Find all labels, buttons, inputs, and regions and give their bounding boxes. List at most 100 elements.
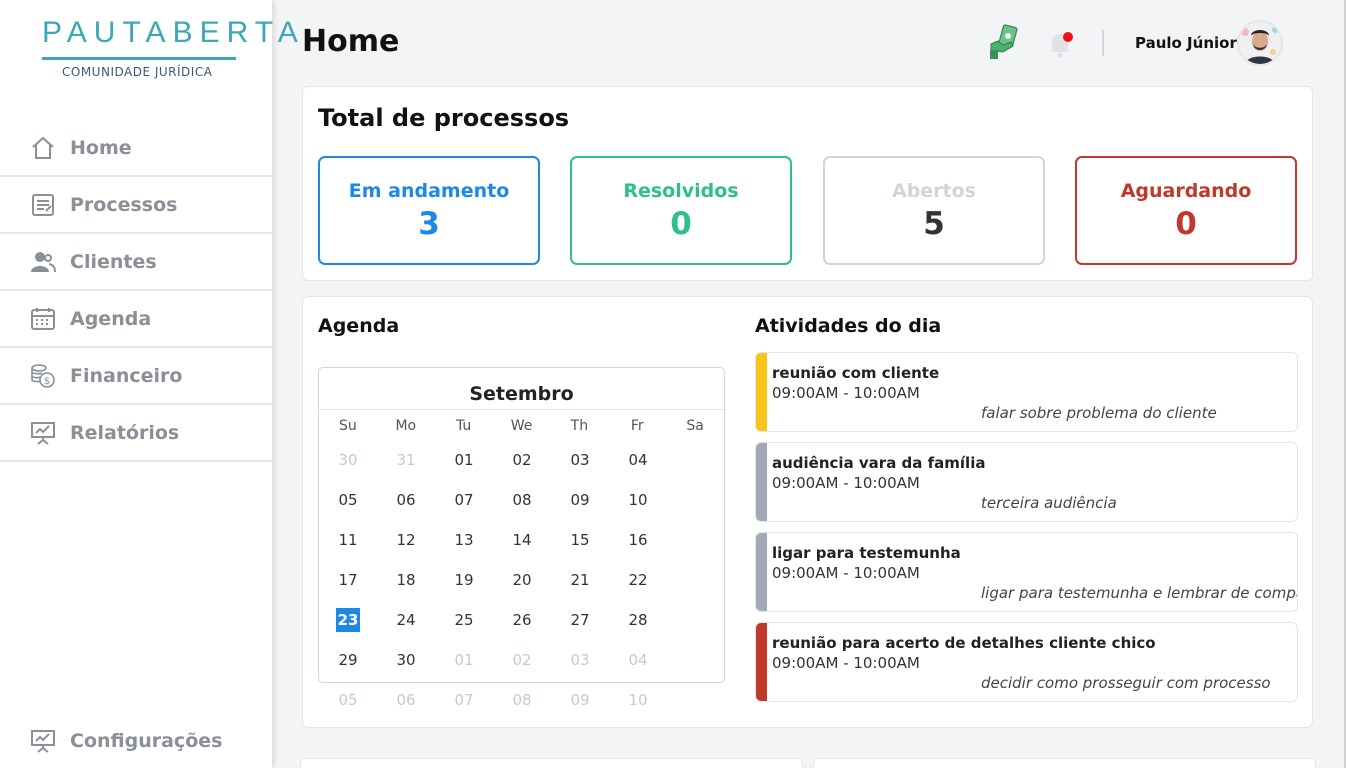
calendar-day[interactable]: 13 [435,520,493,560]
calendar-day-number: 06 [396,691,416,709]
calendar-day-number: 27 [570,611,590,629]
calendar-day[interactable]: 17 [319,560,377,600]
calendar-day[interactable]: 05 [319,680,377,720]
stat-value: 5 [923,206,945,242]
calendar-day[interactable]: 30 [319,440,377,480]
calendar-day-number: 17 [338,571,358,589]
calendar-day[interactable]: 04 [609,640,667,680]
sidebar-item-financeiro[interactable]: $ Financeiro [0,348,272,405]
activity-card[interactable]: ligar para testemunha 09:00AM - 10:00AM … [755,532,1298,612]
calendar-day-number: 05 [338,491,358,509]
calendar-day[interactable]: 24 [377,600,435,640]
calendar-day[interactable]: 28 [609,600,667,640]
calendar-day[interactable]: 01 [435,640,493,680]
calendar-day[interactable]: 11 [319,520,377,560]
calendar-day-number: 29 [338,651,358,669]
calendar-day[interactable]: 03 [551,440,609,480]
brand-name: PAUTABERTA [42,16,305,49]
activity-title: reunião com cliente [772,364,940,382]
calendar-day[interactable]: 04 [609,440,667,480]
calendar-day[interactable]: 18 [377,560,435,600]
calendar-day[interactable]: 10 [609,480,667,520]
calendar-day[interactable]: 30 [377,640,435,680]
sidebar-item-home[interactable]: Home [0,120,272,177]
document-icon [30,192,56,218]
activity-title: reunião para acerto de detalhes cliente … [772,634,1156,652]
sidebar-item-clientes[interactable]: Clientes [0,234,272,291]
calendar-day[interactable]: 14 [493,520,551,560]
calendar-day[interactable]: 19 [435,560,493,600]
calendar-day[interactable]: 02 [493,440,551,480]
calendar-day[interactable]: 12 [377,520,435,560]
stat-resolvidos[interactable]: Resolvidos 0 [570,156,792,265]
calendar-day-number: 23 [336,608,360,632]
calendar-day-number: 15 [570,531,590,549]
calendar-day[interactable]: 25 [435,600,493,640]
stat-aguardando[interactable]: Aguardando 0 [1075,156,1297,265]
calendar-day[interactable]: 20 [493,560,551,600]
header-divider [1102,30,1104,56]
sidebar-item-relatorios[interactable]: Relatórios [0,405,272,462]
calendar-day-number: 05 [338,691,358,709]
calendar-day[interactable]: 26 [493,600,551,640]
calendar-day[interactable]: 07 [435,480,493,520]
activity-card[interactable]: audiência vara da família 09:00AM - 10:0… [755,442,1298,522]
sidebar-item-label: Relatórios [70,421,180,444]
activity-card[interactable]: reunião com cliente 09:00AM - 10:00AM fa… [755,352,1298,432]
calendar-day[interactable]: 22 [609,560,667,600]
activity-title: audiência vara da família [772,454,986,472]
calendar-day-number: 16 [628,531,648,549]
calendar-day[interactable]: 06 [377,480,435,520]
calendar-day[interactable]: 01 [435,440,493,480]
calendar-day[interactable]: 06 [377,680,435,720]
sidebar-item-label: Financeiro [70,364,183,387]
calendar-day[interactable]: 10 [609,680,667,720]
activity-title: ligar para testemunha [772,544,961,562]
stat-em-andamento[interactable]: Em andamento 3 [318,156,540,265]
sidebar-item-configuracoes[interactable]: Configurações [0,714,272,768]
calendar-day-number: 08 [512,491,532,509]
calendar-day[interactable]: 09 [551,680,609,720]
stat-value: 0 [670,206,692,242]
logo-underline [42,57,236,60]
calendar-day[interactable]: 02 [493,640,551,680]
calendar-day[interactable]: 21 [551,560,609,600]
calendar-day[interactable]: 29 [319,640,377,680]
activity-card[interactable]: reunião para acerto de detalhes cliente … [755,622,1298,702]
activity-color-bar [756,443,767,521]
calendar-day[interactable]: 31 [377,440,435,480]
weekday-label: Su [339,418,357,434]
stat-label: Abertos [891,180,976,202]
calendar-day[interactable]: 15 [551,520,609,560]
money-icon[interactable] [989,24,1021,60]
calendar-day[interactable]: 03 [551,640,609,680]
calendar-day-number: 31 [396,451,416,469]
stat-value: 3 [418,206,440,242]
stat-label: Em andamento [348,180,510,202]
user-name[interactable]: Paulo Júnior [1135,34,1237,52]
activities-title: Atividades do dia [755,315,942,337]
calendar-day[interactable]: 08 [493,680,551,720]
brand-logo[interactable]: PAUTABERTA COMUNIDADE JURÍDICA [40,10,298,82]
sidebar-item-processos[interactable]: Processos [0,177,272,234]
calendar-day-number: 21 [570,571,590,589]
calendar-day-number: 01 [454,451,474,469]
bottom-panel-left [300,758,803,768]
calendar-day[interactable]: 27 [551,600,609,640]
calendar-day[interactable]: 08 [493,480,551,520]
activity-description: ligar para testemunha e lembrar de compa [981,584,1298,602]
activity-time: 09:00AM - 10:00AM [772,564,920,582]
calendar-day[interactable]: 07 [435,680,493,720]
calendar-day-number: 26 [512,611,532,629]
stat-abertos[interactable]: Abertos 5 [823,156,1045,265]
calendar-day[interactable]: 09 [551,480,609,520]
avatar[interactable] [1237,20,1283,66]
activity-time: 09:00AM - 10:00AM [772,474,920,492]
calendar-day[interactable]: 16 [609,520,667,560]
sidebar-item-agenda[interactable]: Agenda [0,291,272,348]
sidebar-item-label: Agenda [70,307,152,330]
calendar-day-number: 24 [396,611,416,629]
calendar-day-selected[interactable]: 23 [319,600,377,640]
calendar-day[interactable]: 05 [319,480,377,520]
calendar-day-number: 28 [628,611,648,629]
